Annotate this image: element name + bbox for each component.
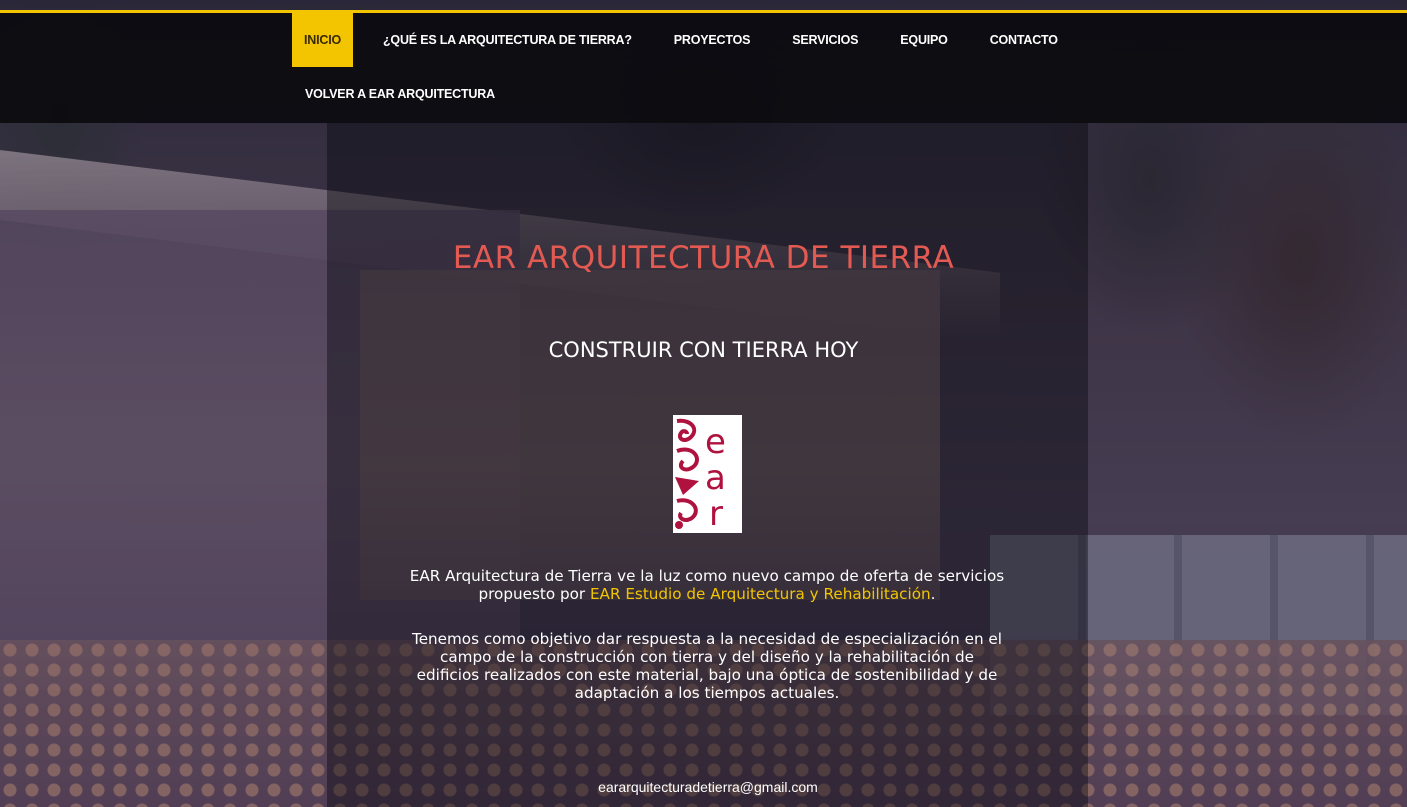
svg-text:r: r <box>709 494 723 533</box>
nav-primary-row: INICIO ¿QUÉ ES LA ARQUITECTURA DE TIERRA… <box>292 13 1079 67</box>
nav-item-que-es[interactable]: ¿QUÉ ES LA ARQUITECTURA DE TIERRA? <box>353 13 653 67</box>
svg-text:e: e <box>705 422 726 462</box>
svg-text:a: a <box>705 458 726 498</box>
intro-p1-end: . <box>930 585 936 603</box>
page-title: EAR ARQUITECTURA DE TIERRA <box>452 240 955 276</box>
nav-item-equipo[interactable]: EQUIPO <box>879 13 968 67</box>
ear-estudio-link[interactable]: EAR Estudio de Arquitectura y Rehabilita… <box>590 585 931 603</box>
main-navigation: INICIO ¿QUÉ ES LA ARQUITECTURA DE TIERRA… <box>0 13 1407 123</box>
page-subtitle: CONSTRUIR CON TIERRA HOY <box>548 338 859 362</box>
ear-logo-icon: e a r <box>673 415 742 533</box>
contact-email[interactable]: eararquitecturadetierra@gmail.com <box>0 779 1407 795</box>
nav-item-servicios[interactable]: SERVICIOS <box>771 13 879 67</box>
nav-item-inicio[interactable]: INICIO <box>292 13 353 67</box>
nav-item-volver[interactable]: VOLVER A EAR ARQUITECTURA <box>305 87 495 101</box>
nav-item-contacto[interactable]: CONTACTO <box>969 13 1079 67</box>
nav-item-proyectos[interactable]: PROYECTOS <box>653 13 771 67</box>
intro-paragraph-1: EAR Arquitectura de Tierra ve la luz com… <box>407 567 1007 603</box>
intro-paragraph-2: Tenemos como objetivo dar respuesta a la… <box>412 630 1002 702</box>
